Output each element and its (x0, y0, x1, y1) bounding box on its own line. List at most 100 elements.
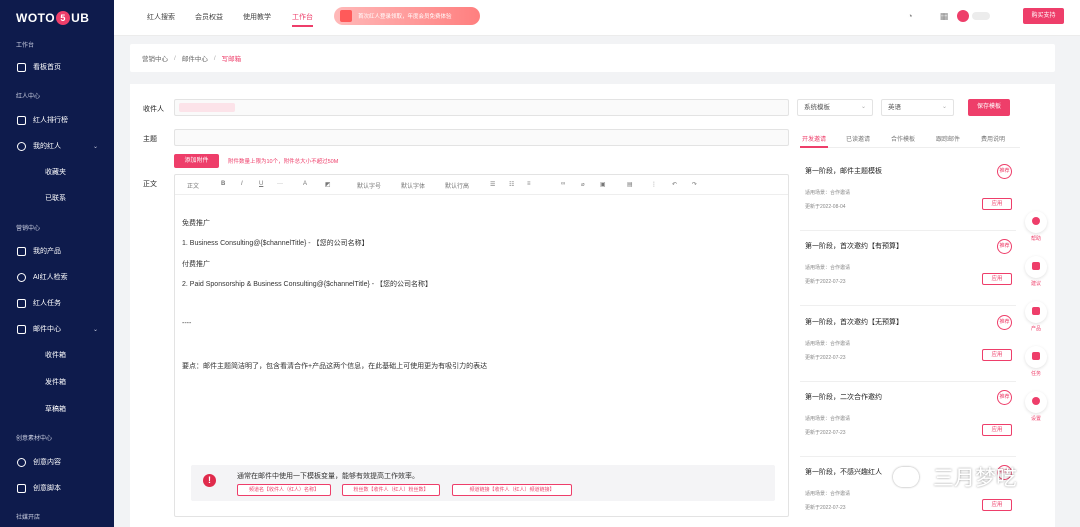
sidebar-item-ai-search[interactable]: AI红人检索 (0, 268, 114, 286)
rich-text-editor[interactable]: 正文 B I U ··· A ◩ 默认字号 默认字体 默认行高 ☰ ☷ ≡ ∞ … (174, 174, 789, 517)
sidebar-group-community: 社媒开店 (16, 515, 41, 521)
avatar[interactable] (957, 10, 969, 22)
bullet-list-icon[interactable]: ☰ (490, 181, 495, 188)
redo-icon[interactable]: ↷ (692, 181, 697, 188)
sidebar-subitem-drafts[interactable]: 草稿箱 (45, 404, 66, 414)
template-title: 第一阶段，二次合作邀约 (805, 394, 882, 401)
sidebar-subitem-sent[interactable]: 发件箱 (45, 377, 66, 387)
product-tool-button[interactable]: 产品 (1025, 301, 1047, 332)
template-card[interactable]: 第一阶段，首次邀约【无预算】 推荐 适用场景：合作邀请 更新于2022-07-2… (800, 307, 1016, 382)
sidebar-item-label: AI红人检索 (33, 274, 68, 281)
sidebar-item-label: 创意脚本 (33, 485, 61, 492)
add-attachment-button[interactable]: 添加附件 (174, 154, 219, 168)
paragraph-dropdown[interactable]: 正文 (187, 181, 199, 190)
tab-fees[interactable]: 费用说明 (981, 134, 1005, 143)
nav-membership[interactable]: 会员权益 (195, 12, 223, 22)
recommend-badge: 推荐 (997, 315, 1012, 330)
italic-button[interactable]: I (241, 181, 243, 187)
recipient-input[interactable] (174, 99, 789, 116)
watermark: 三月梦呓 (893, 462, 1017, 492)
help-tool-button[interactable]: 帮助 (1025, 211, 1047, 242)
code-icon[interactable]: ⋮ (651, 181, 657, 188)
sidebar-item-creative-content[interactable]: 创意内容 (0, 453, 114, 471)
font-family-dropdown[interactable]: 默认字体 (401, 181, 425, 190)
bell-icon[interactable]: ◔ (905, 11, 915, 21)
align-icon[interactable]: ≡ (527, 181, 531, 187)
bold-button[interactable]: B (221, 181, 225, 187)
template-date: 更新于2022-07-23 (805, 279, 846, 285)
sidebar-subitem-contacted[interactable]: 已联系 (45, 193, 66, 203)
apply-template-button[interactable]: 应用 (982, 198, 1012, 210)
tool-label: 产品 (1030, 326, 1041, 332)
sidebar-item-mail[interactable]: 邮件中心 ⌄ (0, 320, 114, 338)
breadcrumb: 营销中心 / 邮件中心 / 写邮箱 (130, 44, 1055, 72)
pen-icon (17, 483, 26, 493)
language-select[interactable]: 英语 ⌄ (881, 99, 954, 116)
product-icon (17, 246, 26, 256)
apply-template-button[interactable]: 应用 (982, 273, 1012, 285)
sidebar-item-my-products[interactable]: 我的产品 (0, 242, 114, 260)
template-card[interactable]: 第一阶段，二次合作邀约 推荐 适用场景：合作邀请 更新于2022-07-23 应… (800, 382, 1016, 457)
sidebar-item-tasks[interactable]: 红人任务 (0, 294, 114, 312)
underline-button[interactable]: U (259, 181, 263, 187)
sidebar-subitem-favorites[interactable]: 收藏夹 (45, 167, 66, 177)
breadcrumb-item[interactable]: 邮件中心 (182, 53, 208, 63)
tab-tracking[interactable]: 跟踪邮件 (936, 134, 960, 143)
breadcrumb-item[interactable]: 营销中心 (142, 53, 168, 63)
table-icon[interactable]: ▤ (627, 181, 633, 188)
promo-banner[interactable]: 首次红人登录领取，年度会员免费体验 (334, 7, 480, 25)
user-name-pill[interactable] (972, 12, 990, 20)
font-size-dropdown[interactable]: 默认字号 (357, 181, 381, 190)
checklist-icon (17, 298, 26, 308)
grid-apps-icon[interactable]: ▦ (939, 11, 949, 21)
insert-follower-count-button[interactable]: 粉丝数【收件人（红人）粉丝数】 (342, 484, 440, 496)
template-variable-tip: ! 通常在邮件中使用一下模板变量，能够有效提高工作效率。 频道名【收件人（红人）… (191, 465, 775, 501)
save-template-button[interactable]: 保存模板 (968, 99, 1010, 116)
background-color-icon[interactable]: ◩ (325, 181, 331, 188)
suggest-tool-button[interactable]: 建议 (1025, 256, 1047, 287)
template-title: 第一阶段，首次邀约【无预算】 (805, 319, 903, 326)
undo-icon[interactable]: ↶ (672, 181, 677, 188)
task-tool-button[interactable]: 任务 (1025, 346, 1047, 377)
recipient-chip[interactable] (179, 103, 235, 112)
tab-cooperation[interactable]: 合作模板 (891, 134, 915, 143)
insert-channel-name-button[interactable]: 频道名【收件人（红人）名称】 (237, 484, 331, 496)
template-card[interactable]: 第一阶段，邮件主题模板 推荐 适用场景：合作邀请 更新于2022-08-04 应… (800, 156, 1016, 231)
watermark-text: 三月梦呓 (933, 467, 1017, 490)
apply-template-button[interactable]: 应用 (982, 499, 1012, 511)
line-height-dropdown[interactable]: 默认行高 (445, 181, 469, 190)
sidebar-item-ranking[interactable]: 红人排行榜 (0, 111, 114, 129)
template-title: 第一阶段，首次邀约【有预算】 (805, 243, 903, 250)
chevron-down-icon: ⌄ (92, 326, 98, 333)
sidebar-item-my-influencer[interactable]: 我的红人 ⌄ (0, 137, 114, 155)
settings-tool-button[interactable]: 设置 (1025, 391, 1047, 422)
ranking-icon (17, 115, 26, 125)
template-type-select[interactable]: 系统模板 ⌄ (797, 99, 873, 116)
brand-logo[interactable]: WOTO 5 UB (16, 8, 89, 28)
tab-dev-invite[interactable]: 开发邀请 (802, 134, 826, 143)
sidebar-item-dashboard[interactable]: 看板首页 (0, 58, 114, 76)
template-date: 更新于2022-08-04 (805, 204, 846, 210)
link-icon[interactable]: ⌀ (581, 181, 585, 188)
image-icon[interactable]: ▣ (600, 181, 606, 188)
apply-template-button[interactable]: 应用 (982, 424, 1012, 436)
apply-template-button[interactable]: 应用 (982, 349, 1012, 361)
nav-workspace[interactable]: 工作台 (292, 12, 313, 27)
insert-channel-link-button[interactable]: 频道链接【收件人（红人）频道链接】 (452, 484, 572, 496)
buy-support-button[interactable]: 购买支持 (1023, 8, 1064, 24)
link-icon[interactable]: ∞ (561, 181, 565, 187)
sidebar-item-label: 创意内容 (33, 459, 61, 466)
sidebar-group-marketing: 营销中心 (16, 226, 41, 232)
nav-influencer-search[interactable]: 红人搜索 (147, 12, 175, 22)
tab-read-invite[interactable]: 已读邀请 (846, 134, 870, 143)
font-color-button[interactable]: A (303, 181, 307, 187)
subject-input[interactable] (174, 129, 789, 146)
nav-tutorial[interactable]: 使用教学 (243, 12, 271, 22)
template-title: 第一阶段，邮件主题模板 (805, 168, 882, 175)
more-button[interactable]: ··· (277, 181, 283, 187)
numbered-list-icon[interactable]: ☷ (509, 181, 514, 188)
body-line: 2. Paid Sponsorship & Business Consultin… (182, 281, 433, 288)
template-card[interactable]: 第一阶段，首次邀约【有预算】 推荐 适用场景：合作邀请 更新于2022-07-2… (800, 231, 1016, 306)
sidebar-item-creative-script[interactable]: 创意脚本 (0, 479, 114, 497)
sidebar-subitem-inbox[interactable]: 收件箱 (45, 350, 66, 360)
